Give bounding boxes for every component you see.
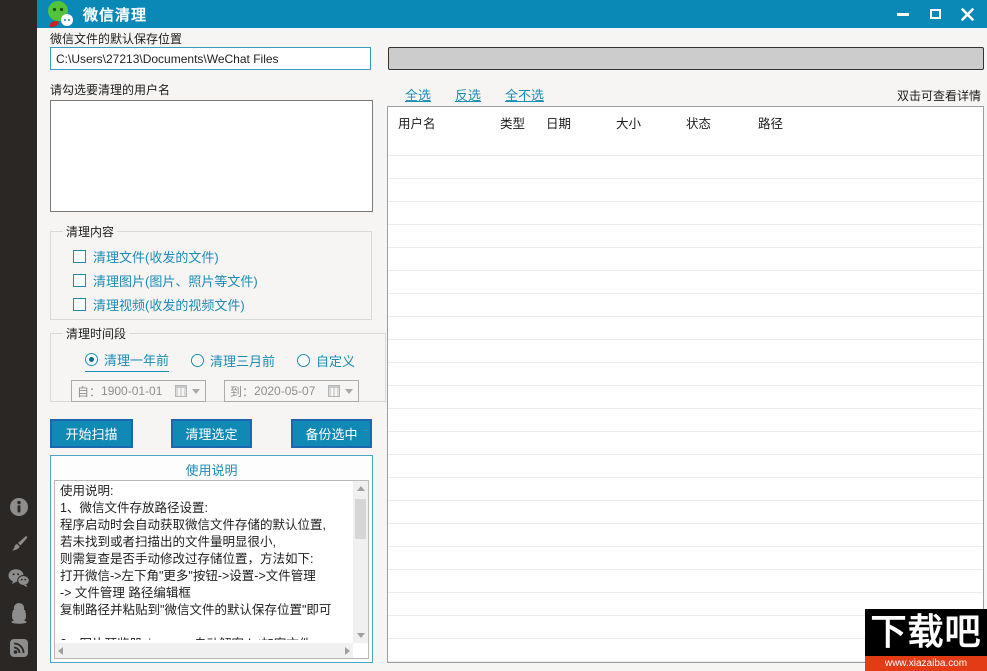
app-logo-icon [45, 0, 75, 28]
checkbox-icon [73, 249, 86, 263]
time-range-legend: 清理时间段 [66, 327, 127, 341]
user-list[interactable] [50, 100, 373, 212]
table-body[interactable] [388, 133, 983, 662]
radio-label: 清理一年前 [104, 353, 170, 368]
radio-older-than-year[interactable]: 清理一年前 [85, 350, 170, 372]
date-to-picker[interactable]: 到： 2020-05-07 [224, 380, 359, 402]
instructions-panel: 使用说明 使用说明: 1、微信文件存放路径设置: 程序启动时会自动获取微信文件存… [50, 455, 373, 663]
radio-custom-range[interactable]: 自定义 [297, 351, 355, 372]
column-header-size[interactable]: 大小 [616, 113, 641, 132]
double-click-hint: 双击可查看详情 [896, 89, 981, 103]
radio-icon [297, 353, 311, 367]
window-title: 微信清理 [83, 6, 148, 24]
info-icon[interactable] [0, 492, 37, 522]
clean-content-group: 清理内容 清理文件(收发的文件) 清理图片(图片、照片等文件) 清理视频(收发的… [50, 223, 372, 320]
maximize-button[interactable] [919, 0, 951, 28]
checkbox-icon [73, 297, 86, 311]
checkbox-clean-images[interactable]: 清理图片(图片、照片等文件) [73, 268, 363, 292]
column-header-date[interactable]: 日期 [546, 113, 571, 132]
date-from-prefix: 自： [77, 384, 102, 399]
checkbox-clean-videos[interactable]: 清理视频(收发的视频文件) [73, 292, 363, 316]
checkbox-label: 清理图片(图片、照片等文件) [93, 273, 258, 289]
dropdown-arrow-icon [345, 388, 353, 394]
start-scan-button[interactable]: 开始扫描 [50, 419, 133, 448]
date-from-picker[interactable]: 自： 1900-01-01 [71, 380, 206, 402]
watermark: 下载吧 www.xiazaiba.com [865, 609, 987, 671]
radio-icon [85, 353, 98, 366]
calendar-icon [328, 385, 340, 397]
checkbox-label: 清理视频(收发的视频文件) [93, 297, 245, 313]
path-label: 微信文件的默认保存位置 [50, 32, 183, 46]
clean-content-legend: 清理内容 [66, 225, 115, 239]
scroll-up-icon[interactable] [353, 481, 368, 496]
close-button[interactable] [951, 0, 983, 28]
instructions-title: 使用说明 [185, 463, 238, 478]
wechat-icon[interactable] [0, 563, 37, 593]
radio-label: 清理三月前 [210, 353, 276, 369]
title-bar: 微信清理 [37, 0, 987, 28]
column-header-type[interactable]: 类型 [500, 113, 525, 132]
wechat-cleaner-window: { "window": { "title": "微信清理" }, "sideba… [0, 0, 987, 671]
column-header-path[interactable]: 路径 [758, 113, 783, 132]
left-toolbar [0, 0, 37, 671]
date-from-value: 1900-01-01 [101, 384, 163, 398]
column-header-username[interactable]: 用户名 [398, 113, 436, 132]
scroll-left-icon[interactable] [58, 646, 63, 655]
select-all-link[interactable]: 全选 [405, 85, 431, 104]
calendar-icon [175, 385, 187, 397]
watermark-url: www.xiazaiba.com [865, 656, 987, 671]
scroll-right-icon[interactable] [345, 646, 350, 655]
scrollbar-thumb[interactable] [355, 499, 366, 539]
qq-icon[interactable] [0, 598, 37, 628]
backup-selected-button[interactable]: 备份选中 [291, 419, 372, 448]
scroll-down-icon[interactable] [353, 628, 368, 643]
checkbox-clean-files[interactable]: 清理文件(收发的文件) [73, 244, 363, 268]
checkbox-icon [73, 273, 86, 287]
brush-icon[interactable] [0, 528, 37, 558]
path-input[interactable] [50, 47, 371, 70]
results-table[interactable]: 用户名 类型 日期 大小 状态 路径 [387, 106, 984, 663]
radio-label: 自定义 [316, 353, 356, 369]
checkbox-label: 清理文件(收发的文件) [93, 249, 219, 265]
clean-selected-button[interactable]: 清理选定 [171, 419, 252, 448]
rss-icon[interactable] [0, 633, 37, 663]
vertical-scrollbar[interactable] [353, 481, 368, 643]
radio-icon [191, 353, 205, 367]
select-none-link[interactable]: 全不选 [505, 85, 544, 104]
instructions-textarea[interactable]: 使用说明: 1、微信文件存放路径设置: 程序启动时会自动获取微信文件存储的默认位… [54, 480, 369, 659]
window-controls [887, 0, 983, 28]
instructions-body: 使用说明: 1、微信文件存放路径设置: 程序启动时会自动获取微信文件存储的默认位… [60, 484, 332, 640]
radio-older-than-3months[interactable]: 清理三月前 [191, 351, 275, 372]
users-label: 请勾选要清理的用户名 [50, 83, 171, 97]
dropdown-arrow-icon [192, 388, 200, 394]
date-to-prefix: 到： [230, 384, 255, 399]
horizontal-scrollbar[interactable] [55, 643, 353, 658]
table-header: 用户名 类型 日期 大小 状态 路径 [388, 107, 983, 133]
time-range-group: 清理时间段 清理一年前 清理三月前 自定义 自： 1900-01-01 到： 2… [50, 325, 386, 402]
column-header-status[interactable]: 状态 [686, 113, 711, 132]
invert-selection-link[interactable]: 反选 [455, 85, 481, 104]
date-to-value: 2020-05-07 [254, 384, 316, 398]
minimize-button[interactable] [887, 0, 919, 28]
watermark-text: 下载吧 [870, 611, 982, 652]
progress-bar [388, 47, 984, 70]
